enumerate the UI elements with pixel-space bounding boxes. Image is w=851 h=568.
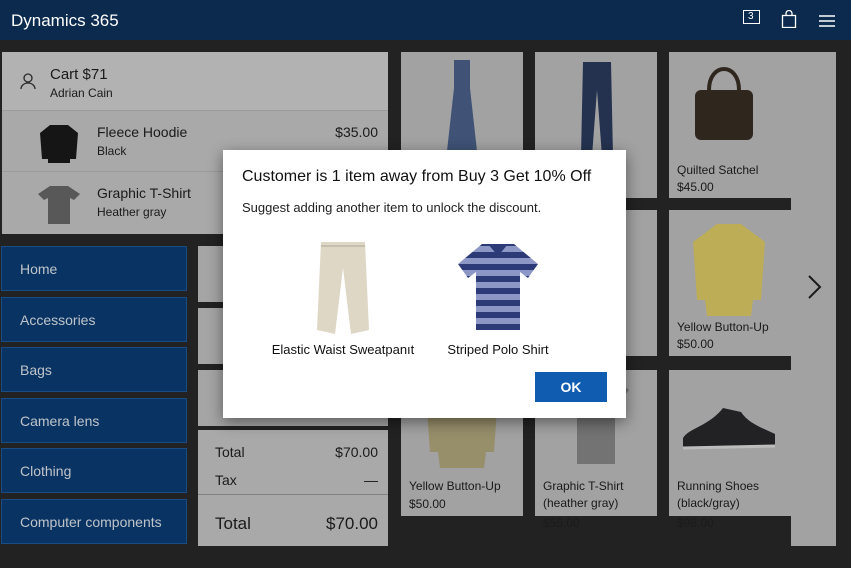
discount-dialog: Customer is 1 item away from Buy 3 Get 1… <box>223 150 626 418</box>
dialog-title: Customer is 1 item away from Buy 3 Get 1… <box>242 168 592 185</box>
suggestion-name: Elastic Waist Sweatpanıt <box>271 342 415 357</box>
hamburger-menu-icon[interactable] <box>819 14 839 34</box>
dialog-message: Suggest adding another item to unlock th… <box>242 200 542 215</box>
pos-app: Dynamics 365 3 Cart $71 Adrian Cain Flee… <box>0 0 851 568</box>
numbered-badge-icon[interactable]: 3 <box>743 10 763 30</box>
ok-button[interactable]: OK <box>535 372 607 402</box>
suggestion-polo[interactable]: Striped Polo Shirt <box>418 232 578 362</box>
badge-count: 3 <box>748 11 754 22</box>
suggestion-name: Striped Polo Shirt <box>447 342 549 357</box>
polo-shirt-image <box>458 244 538 330</box>
suggestion-sweatpants[interactable]: Elastic Waist Sweatpanıt <box>263 232 423 362</box>
sweatpants-image <box>317 242 369 334</box>
title-bar: Dynamics 365 3 <box>0 0 851 40</box>
app-title: Dynamics 365 <box>11 11 119 30</box>
shopping-bag-icon[interactable] <box>781 9 801 30</box>
